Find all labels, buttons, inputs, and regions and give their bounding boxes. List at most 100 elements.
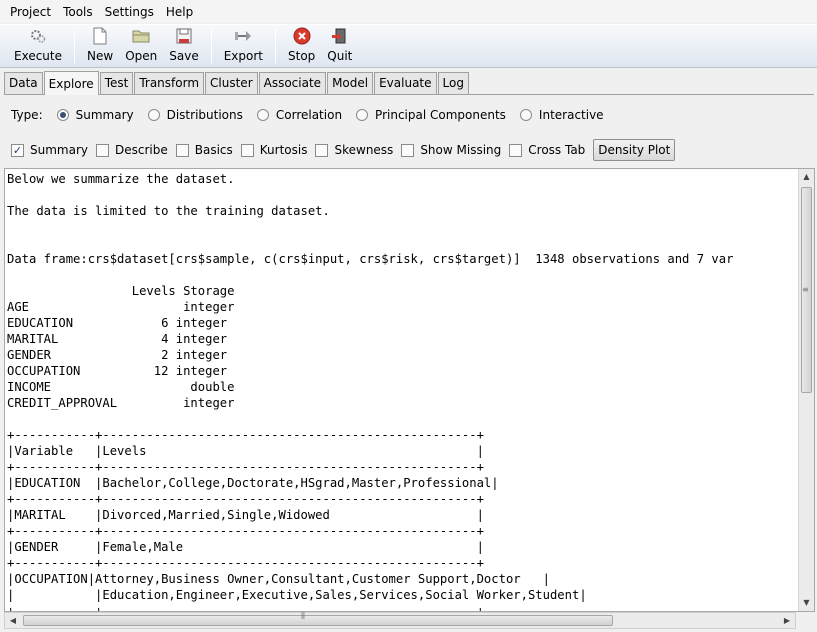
checkbox-empty-icon <box>240 143 254 157</box>
type-label: Type: <box>11 108 43 122</box>
output-line: +-----------+---------------------------… <box>7 460 484 474</box>
checkbox-skewness[interactable]: Skewness <box>315 143 393 157</box>
output-text-area[interactable]: Below we summarize the dataset. The data… <box>4 168 815 612</box>
tab-data[interactable]: Data <box>4 72 43 94</box>
horizontal-scrollbar[interactable]: ◀ ⦀ ▶ <box>4 612 796 629</box>
output-line: +-----------+---------------------------… <box>7 524 484 538</box>
output-line: +-----------+---------------------------… <box>7 492 484 506</box>
checkbox-cross-tab[interactable]: Cross Tab <box>509 143 585 157</box>
toolbar-separator <box>74 29 75 63</box>
output-line: OCCUPATION 12 integer <box>7 364 228 378</box>
checkbox-describe[interactable]: Describe <box>96 143 168 157</box>
output-text: Below we summarize the dataset. The data… <box>7 171 734 611</box>
tab-test[interactable]: Test <box>99 72 134 94</box>
open-label: Open <box>125 49 158 63</box>
checkbox-show-missing[interactable]: Show Missing <box>401 143 501 157</box>
save-icon <box>175 27 193 45</box>
quit-button[interactable]: Quit <box>321 25 358 67</box>
checkbox-show-missing-label: Show Missing <box>420 143 502 157</box>
radio-principal-components[interactable]: Principal Components <box>356 108 506 122</box>
output-line: AGE integer <box>7 300 235 314</box>
output-line: |EDUCATION |Bachelor,College,Doctorate,H… <box>7 476 499 490</box>
checkbox-empty-icon <box>315 143 329 157</box>
tab-explore[interactable]: Explore <box>43 71 99 95</box>
gears-icon <box>29 27 47 45</box>
horizontal-scroll-thumb[interactable] <box>23 615 613 626</box>
checkbox-kurtosis-label: Kurtosis <box>259 143 308 157</box>
quit-label: Quit <box>327 49 353 63</box>
radio-interactive-label: Interactive <box>538 108 604 122</box>
new-button[interactable]: New <box>81 25 119 67</box>
menu-bar: Project Tools Settings Help <box>0 0 817 23</box>
output-line: GENDER 2 integer <box>7 348 228 362</box>
checkbox-summary-label: Summary <box>30 143 88 157</box>
scroll-right-arrow-icon[interactable]: ▶ <box>779 613 795 628</box>
radio-unselected-icon <box>519 109 532 121</box>
output-line: |MARITAL |Divorced,Married,Single,Widowe… <box>7 508 484 522</box>
tab-cluster[interactable]: Cluster <box>205 72 258 94</box>
checkbox-empty-icon <box>509 143 523 157</box>
radio-correlation-label: Correlation <box>275 108 343 122</box>
output-line: Data frame:crs$dataset[crs$sample, c(crs… <box>7 252 734 266</box>
tab-model[interactable]: Model <box>327 72 374 94</box>
toolbar-separator <box>275 29 276 63</box>
menu-tools[interactable]: Tools <box>57 2 99 22</box>
scroll-left-arrow-icon[interactable]: ◀ <box>5 613 21 628</box>
new-document-icon <box>91 27 109 45</box>
checkmark-icon: ✓ <box>11 143 24 157</box>
checkbox-summary[interactable]: ✓ Summary <box>11 143 88 157</box>
radio-distributions[interactable]: Distributions <box>147 108 243 122</box>
export-label: Export <box>223 49 263 63</box>
scroll-down-arrow-icon[interactable]: ▼ <box>799 595 814 611</box>
export-icon <box>234 27 252 45</box>
checkbox-basics[interactable]: Basics <box>175 143 233 157</box>
output-line: INCOME double <box>7 380 235 394</box>
execute-button[interactable]: Execute <box>8 25 68 67</box>
menu-help[interactable]: Help <box>160 2 199 22</box>
radio-selected-icon <box>56 109 69 121</box>
tab-log[interactable]: Log <box>437 72 469 94</box>
vertical-scrollbar[interactable]: ▲ ≡ ▼ <box>798 169 814 611</box>
checkbox-describe-label: Describe <box>115 143 168 157</box>
grip-icon: ⦀ <box>301 612 305 622</box>
output-line: | |Education,Engineer,Executive,Sales,Se… <box>7 588 587 602</box>
toolbar: Execute New Open Save Export Stop Quit <box>0 24 817 68</box>
radio-unselected-icon <box>147 109 160 121</box>
stop-button[interactable]: Stop <box>282 25 321 67</box>
save-label: Save <box>169 49 199 63</box>
radio-summary[interactable]: Summary <box>56 108 134 122</box>
radio-correlation[interactable]: Correlation <box>256 108 343 122</box>
output-line: +-----------+---------------------------… <box>7 556 484 570</box>
open-button[interactable]: Open <box>119 25 163 67</box>
output-line: The data is limited to the training data… <box>7 204 330 218</box>
tab-evaluate[interactable]: Evaluate <box>374 72 437 94</box>
radio-interactive[interactable]: Interactive <box>519 108 604 122</box>
output-line: MARITAL 4 integer <box>7 332 228 346</box>
execute-label: Execute <box>14 49 62 63</box>
output-line: EDUCATION 6 integer <box>7 316 228 330</box>
output-line: Levels Storage <box>7 284 235 298</box>
output-line: |Variable |Levels | <box>7 444 484 458</box>
export-button[interactable]: Export <box>218 25 269 67</box>
checkbox-basics-label: Basics <box>194 143 233 157</box>
folder-icon <box>132 27 150 45</box>
stop-label: Stop <box>288 49 316 63</box>
output-line: |GENDER |Female,Male | <box>7 540 484 554</box>
output-line: +-----------+---------------------------… <box>7 428 484 442</box>
checkbox-empty-icon <box>401 143 415 157</box>
density-plot-button[interactable]: Density Plot <box>593 139 676 161</box>
output-line: CREDIT_APPROVAL integer <box>7 396 235 410</box>
menu-settings[interactable]: Settings <box>99 2 160 22</box>
save-button[interactable]: Save <box>163 25 204 67</box>
tab-associate[interactable]: Associate <box>258 72 327 94</box>
summary-options: ✓ Summary Describe Basics Kurtosis Skewn… <box>11 139 676 161</box>
tab-transform[interactable]: Transform <box>134 72 205 94</box>
scroll-up-arrow-icon[interactable]: ▲ <box>799 169 814 185</box>
checkbox-cross-tab-label: Cross Tab <box>528 143 586 157</box>
exit-door-icon <box>331 27 349 45</box>
checkbox-kurtosis[interactable]: Kurtosis <box>240 143 308 157</box>
radio-unselected-icon <box>356 109 369 121</box>
grip-icon: ≡ <box>802 285 809 294</box>
menu-project[interactable]: Project <box>4 2 57 22</box>
new-label: New <box>87 49 114 63</box>
